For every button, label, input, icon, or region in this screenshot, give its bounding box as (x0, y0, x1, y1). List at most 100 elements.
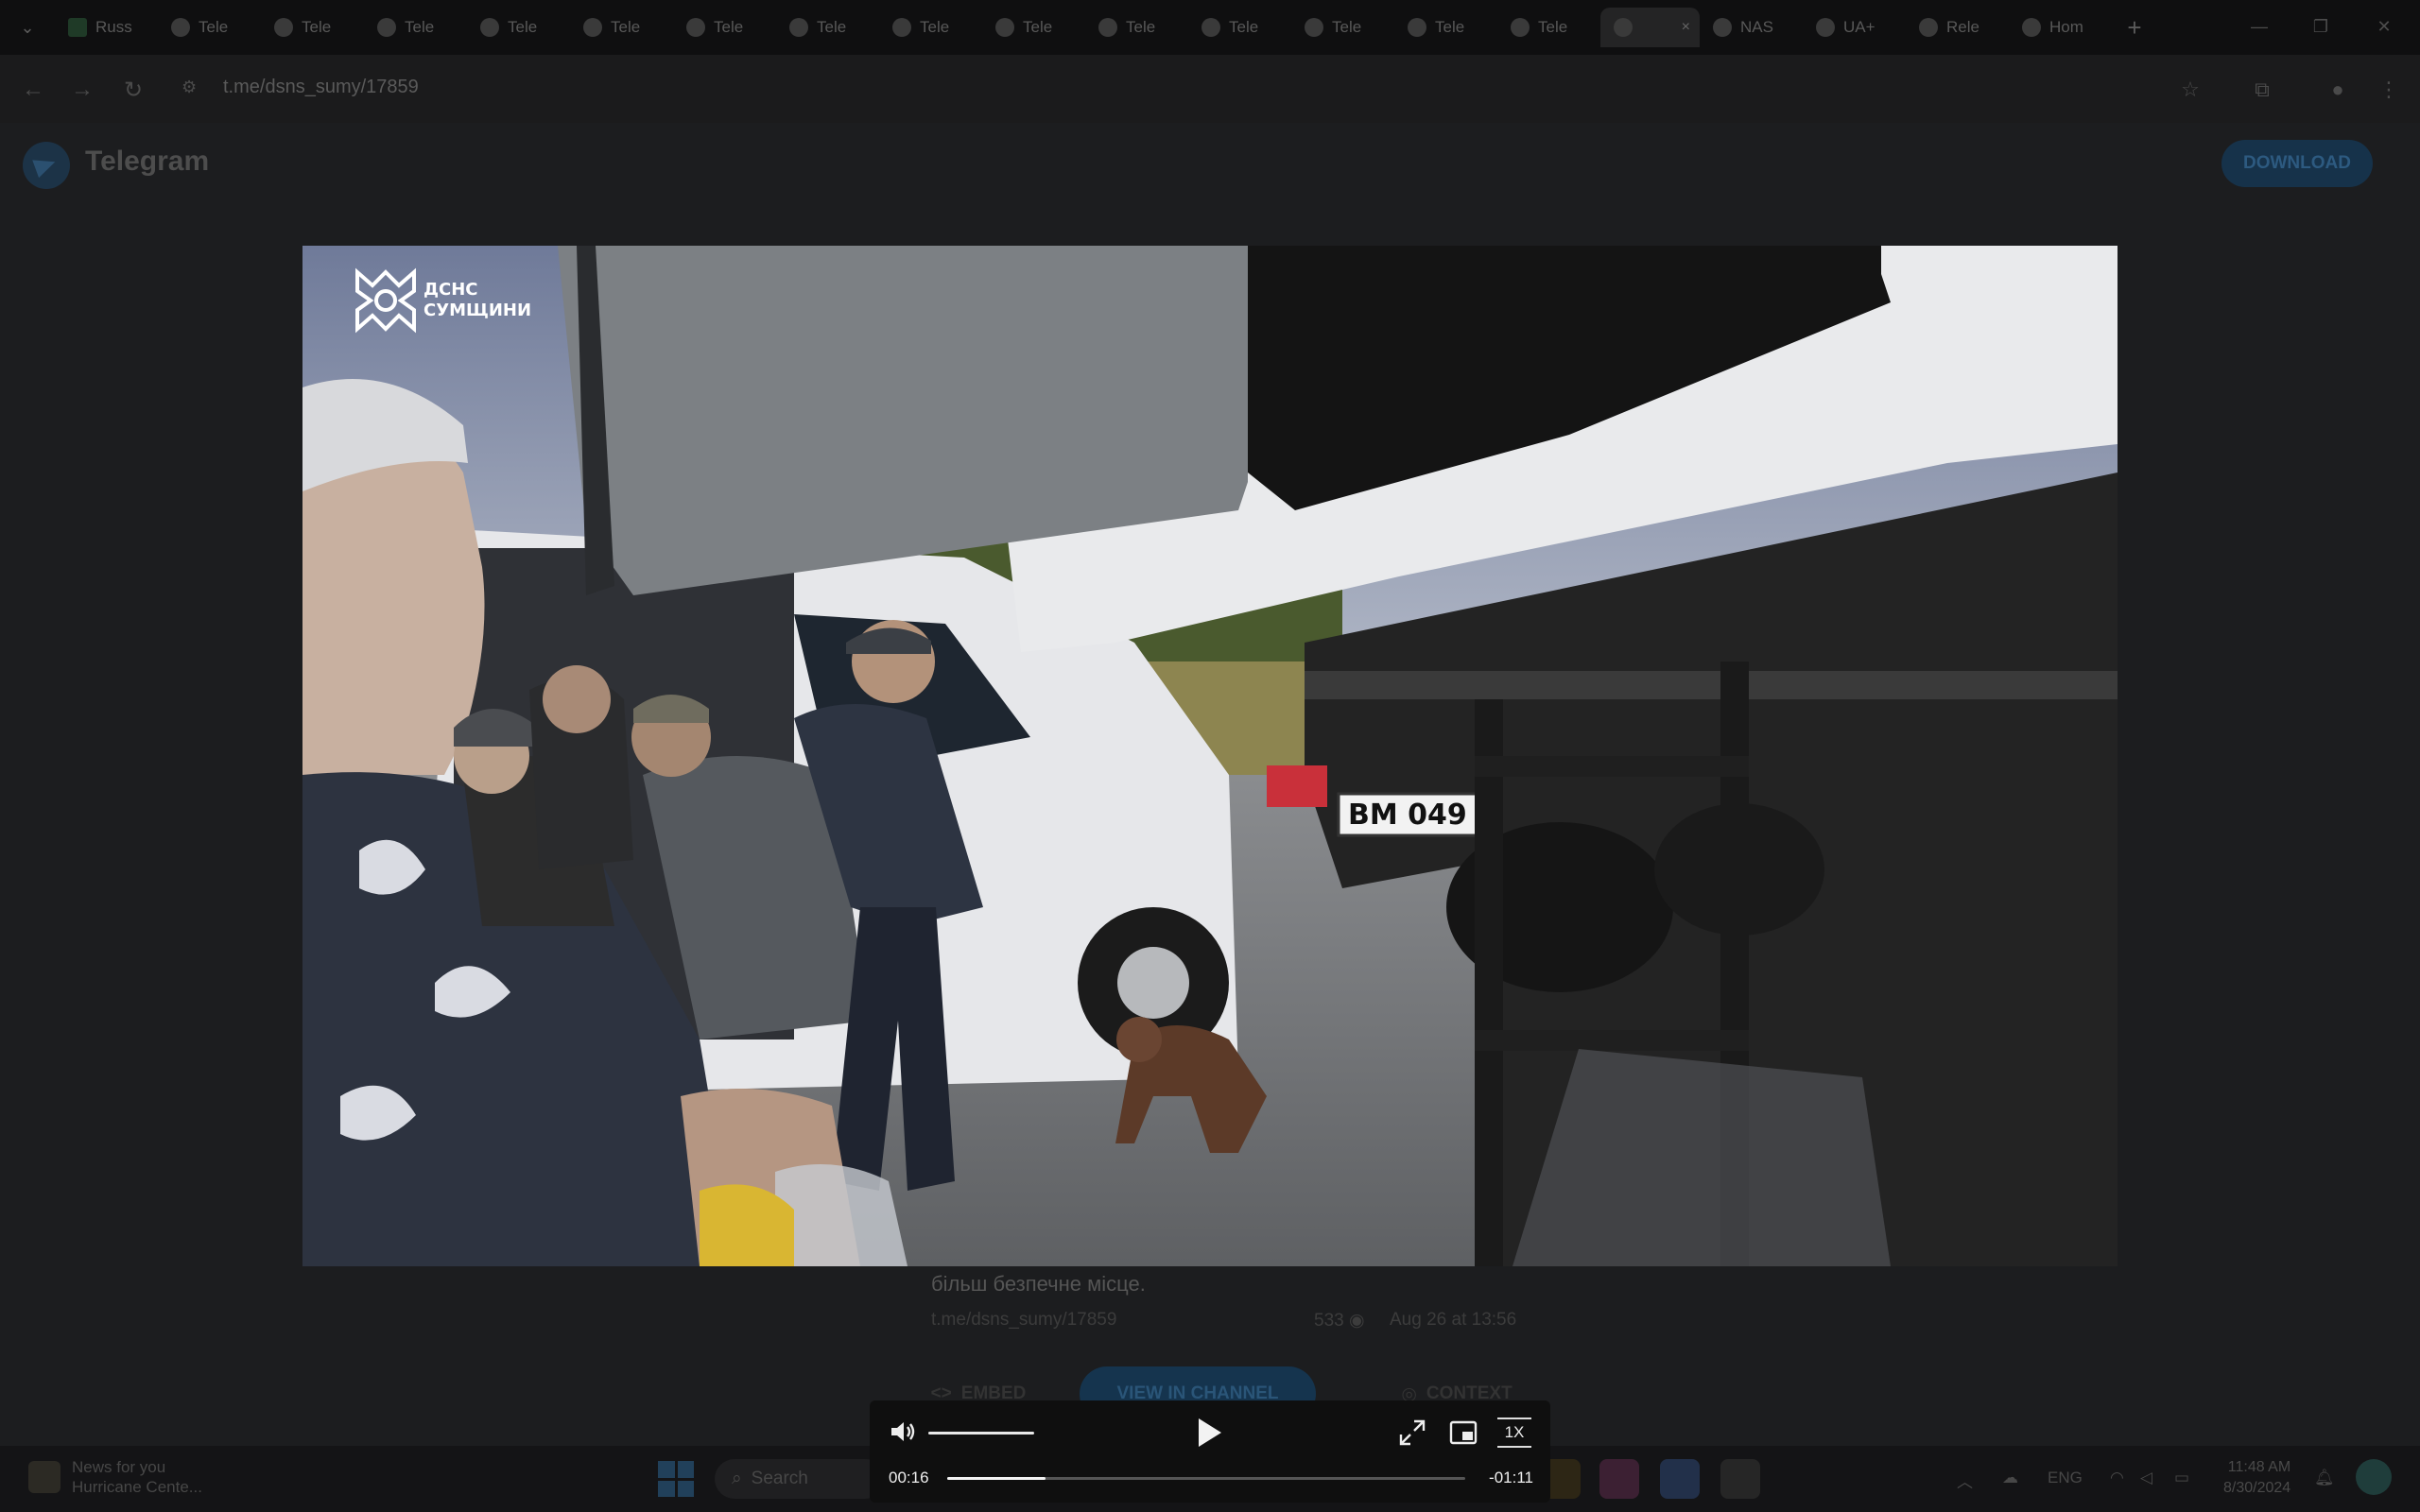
globe-icon (1511, 18, 1530, 37)
copilot-icon[interactable] (2356, 1459, 2392, 1495)
menu-kebab-icon[interactable]: ⋮ (2373, 74, 2405, 106)
reload-icon[interactable]: ↻ (117, 74, 149, 106)
tab[interactable]: Tele (1291, 8, 1394, 47)
volume-icon[interactable] (887, 1416, 919, 1448)
clock-date: 8/30/2024 (2223, 1480, 2291, 1496)
tab[interactable]: Rele (1906, 8, 2009, 47)
tab[interactable]: Tele (261, 8, 364, 47)
bookmark-star-icon[interactable]: ☆ (2174, 74, 2206, 106)
extensions-icon[interactable]: ⧉ (2246, 74, 2278, 106)
globe-icon (274, 18, 293, 37)
extra-tab-list: NAS UA+ Rele Hom (1700, 8, 2112, 47)
tab-list: Russ Tele Tele Tele Tele Tele Tele Tele Tele Tele… (55, 8, 1600, 47)
tab[interactable]: Tele (158, 8, 261, 47)
close-window-icon[interactable]: ✕ (2356, 9, 2412, 43)
tab[interactable]: Tele (776, 8, 879, 47)
page-title: Telegram (85, 146, 210, 177)
tab-label: Tele (1332, 18, 1362, 36)
tab[interactable]: Tele (1394, 8, 1497, 47)
maximize-icon[interactable]: ❐ (2292, 9, 2349, 43)
eye-icon: ◉ (1348, 1311, 1365, 1331)
tab-search-icon[interactable]: ⌄ (13, 13, 42, 42)
views-count: 533 (1314, 1311, 1344, 1331)
remaining-time: -01:11 (1489, 1469, 1533, 1486)
windows-start-icon[interactable] (658, 1461, 694, 1497)
tab[interactable]: Tele (673, 8, 776, 47)
taskbar-app-icon[interactable] (1720, 1459, 1760, 1499)
tab-label: Tele (508, 18, 538, 36)
tab-label: Rele (1946, 18, 1979, 36)
play-icon[interactable] (1189, 1414, 1227, 1452)
tab[interactable]: UA+ (1803, 8, 1906, 47)
speaker-icon[interactable]: ◁ (2140, 1469, 2152, 1487)
watermark-line2: СУМЩИНИ (424, 301, 531, 320)
tab-label: Tele (199, 18, 229, 36)
current-time: 00:16 (889, 1469, 929, 1486)
cloud-icon[interactable]: ☁ (2002, 1469, 2018, 1487)
tab-label: Tele (1538, 18, 1568, 36)
tab[interactable]: NAS (1700, 8, 1803, 47)
tab-label: Tele (1229, 18, 1259, 36)
minimize-icon[interactable]: — (2231, 9, 2288, 43)
search-icon: ⌕ (732, 1469, 742, 1488)
tab-label: Tele (611, 18, 641, 36)
post-link[interactable]: t.me/dsns_sumy/17859 (931, 1310, 1116, 1331)
tab[interactable]: Tele (879, 8, 982, 47)
site-info-icon[interactable]: ⚙ (182, 77, 204, 100)
taskbar-clock[interactable]: 11:48 AM 8/30/2024 (2223, 1457, 2290, 1499)
seek-bar[interactable] (947, 1477, 1465, 1480)
video-player-frame[interactable]: BM 049 ДСНС СУМЩИНИ (302, 246, 2118, 1266)
battery-icon[interactable]: ▭ (2174, 1469, 2189, 1487)
forward-icon[interactable]: → (66, 74, 98, 106)
screen: ⌄ Russ Tele Tele Tele Tele Tele Tele Tele Tele Te… (0, 0, 2420, 1512)
news-widget[interactable]: News for you Hurricane Cente... (28, 1457, 202, 1497)
tab[interactable]: Tele (1497, 8, 1600, 47)
tab[interactable]: Hom (2009, 8, 2112, 47)
tab-label: Tele (920, 18, 950, 36)
tray-chevron-icon[interactable]: ︿ (1957, 1469, 1973, 1492)
tab-active[interactable]: × (1600, 8, 1700, 47)
tab-label: Russ (95, 18, 132, 36)
taskbar-app-icon[interactable] (1660, 1459, 1700, 1499)
new-tab-button[interactable]: + (2118, 10, 2152, 44)
picture-in-picture-icon[interactable] (1448, 1418, 1478, 1448)
back-icon[interactable]: ← (17, 74, 49, 106)
language-indicator[interactable]: ENG (2048, 1469, 2083, 1487)
post-date: Aug 26 at 13:56 (1390, 1310, 1517, 1330)
watermark-line1: ДСНС (424, 280, 478, 300)
notification-bell-icon[interactable]: 🔔︎ (2314, 1469, 2335, 1487)
tab-label: Tele (302, 18, 332, 36)
taskbar-app-icon[interactable] (1599, 1459, 1639, 1499)
download-button[interactable]: DOWNLOAD (2221, 140, 2373, 187)
news-icon (28, 1461, 60, 1493)
address-bar[interactable]: t.me/dsns_sumy/17859 (223, 77, 419, 98)
globe-icon (1408, 18, 1426, 37)
tab[interactable]: Russ (55, 8, 158, 47)
tab[interactable]: Tele (982, 8, 1085, 47)
tab[interactable]: Tele (467, 8, 570, 47)
wifi-icon[interactable]: ◠ (2110, 1469, 2124, 1487)
profile-avatar[interactable]: ● (2322, 74, 2354, 106)
tab-label: UA+ (1843, 18, 1876, 36)
chat-icon (1919, 18, 1938, 37)
clock-time: 11:48 AM (2227, 1459, 2291, 1475)
tab-label: NAS (1740, 18, 1773, 36)
close-tab-icon[interactable]: × (1682, 19, 1690, 36)
tab-label: Tele (1023, 18, 1053, 36)
tab-label: Tele (1126, 18, 1156, 36)
taskbar-search-label: Search (751, 1469, 808, 1488)
tab[interactable]: Tele (1188, 8, 1291, 47)
globe-icon (995, 18, 1014, 37)
fullscreen-icon[interactable] (1397, 1418, 1427, 1448)
globe-icon (1305, 18, 1323, 37)
tab[interactable]: Tele (1085, 8, 1188, 47)
playback-speed-button[interactable]: 1X (1497, 1418, 1531, 1448)
globe-icon (583, 18, 602, 37)
tab[interactable]: Tele (570, 8, 673, 47)
volume-slider[interactable] (928, 1432, 1034, 1435)
globe-icon (789, 18, 808, 37)
license-plate-text: BM 049 (1348, 799, 1467, 832)
tab[interactable]: Tele (364, 8, 467, 47)
video-controls: 1X 00:16 -01:11 (870, 1400, 1550, 1503)
taskbar-search[interactable]: ⌕ Search (715, 1459, 885, 1499)
